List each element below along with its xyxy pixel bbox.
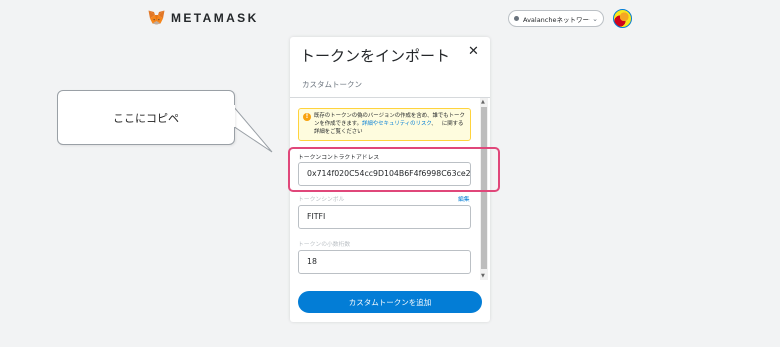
- scroll-up-icon[interactable]: ▲: [481, 99, 485, 105]
- chevron-down-icon: ⌄: [592, 14, 598, 23]
- warning-box: ! 既存のトークンの偽のバージョンの作成を含め、誰でもトークンを作成できます。詳…: [298, 108, 471, 141]
- callout-pointer-mask: [232, 105, 235, 127]
- token-decimals-input[interactable]: 18: [298, 250, 471, 274]
- security-risk-link[interactable]: 詳細やセキュリティのリスク: [362, 121, 431, 127]
- callout-box: ここにコピペ: [57, 90, 235, 145]
- info-icon: !: [303, 113, 311, 121]
- token-symbol-label: トークンシンボル: [298, 197, 345, 203]
- network-selector[interactable]: Avalancheネットワーク ⌄: [508, 10, 604, 27]
- dot-icon: [514, 16, 519, 21]
- token-decimals-label: トークンの小数桁数: [298, 242, 351, 248]
- warning-text: 既存のトークンの偽のバージョンの作成を含め、誰でもトークンを作成できます。詳細や…: [314, 113, 465, 135]
- edit-symbol-link[interactable]: 編集: [458, 194, 470, 203]
- token-symbol-input[interactable]: FITFI: [298, 205, 471, 229]
- modal-title: トークンをインポート: [300, 47, 451, 65]
- account-avatar-icon[interactable]: [613, 9, 632, 28]
- highlight-frame: [288, 147, 500, 192]
- tab-custom-token[interactable]: カスタムトークン: [302, 79, 362, 90]
- close-icon[interactable]: ✕: [468, 44, 479, 59]
- callout-text: ここにコピペ: [113, 111, 179, 125]
- network-label: Avalancheネットワーク: [523, 15, 591, 24]
- scroll-down-icon[interactable]: ▼: [481, 273, 485, 279]
- add-custom-token-button[interactable]: カスタムトークンを追加: [298, 291, 482, 313]
